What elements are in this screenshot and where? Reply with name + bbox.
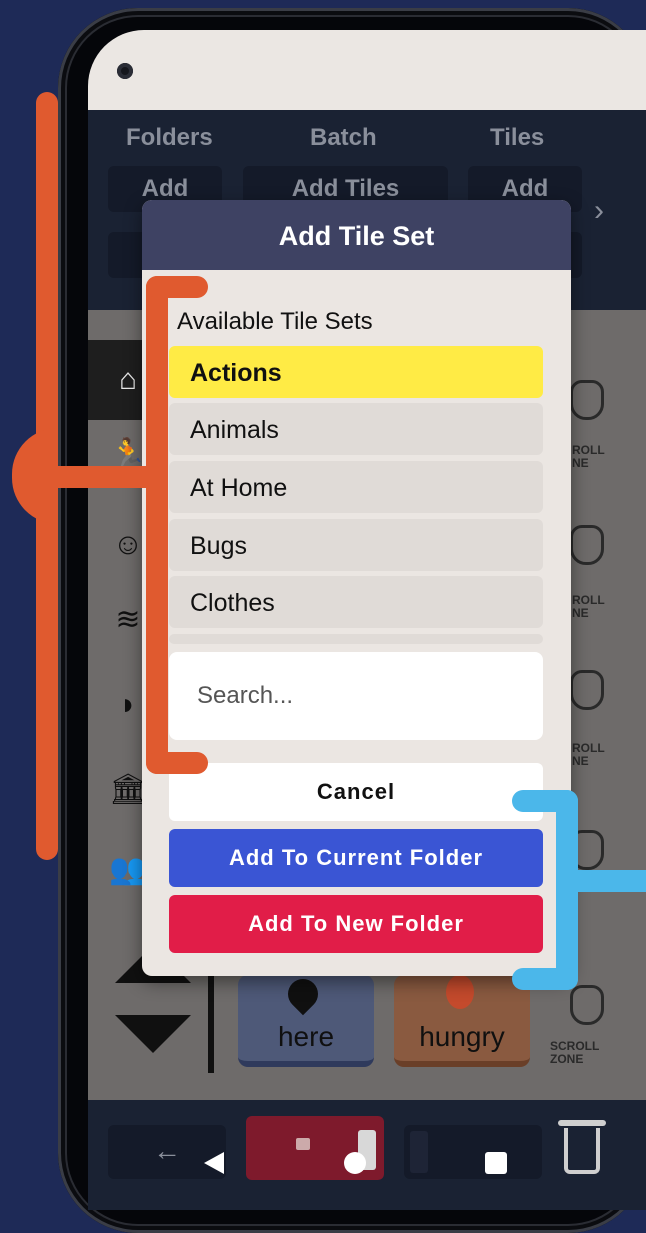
arrow-down-icon[interactable] bbox=[115, 1015, 191, 1053]
annotation-bracket-blue-bottom-arm bbox=[512, 968, 578, 990]
camera-icon bbox=[117, 63, 133, 79]
scroll-zone-label[interactable]: ROLL NE bbox=[572, 444, 605, 470]
divider bbox=[208, 975, 214, 1073]
nav-recents-icon[interactable] bbox=[485, 1152, 507, 1174]
list-heading: Available Tile Sets bbox=[177, 308, 373, 335]
annotation-bracket-blue-connector bbox=[570, 870, 646, 892]
dialog-title: Add Tile Set bbox=[142, 200, 571, 270]
trash-icon[interactable] bbox=[564, 1128, 600, 1174]
tile-hungry[interactable]: hungry bbox=[394, 975, 530, 1067]
scroll-hand-icon bbox=[570, 670, 604, 710]
tile-set-item-at-home[interactable]: At Home bbox=[169, 461, 543, 513]
scroll-hand-icon bbox=[570, 380, 604, 420]
cancel-button[interactable]: Cancel bbox=[169, 763, 543, 821]
scroll-hand-icon bbox=[570, 985, 604, 1025]
bottom-bar: ← bbox=[88, 1100, 646, 1210]
annotation-bracket-top-arm bbox=[146, 276, 208, 298]
add-tile-set-dialog: Add Tile Set Available Tile Sets Actions… bbox=[142, 200, 571, 976]
annotation-bracket-connector bbox=[50, 466, 160, 488]
location-pin-icon bbox=[281, 972, 325, 1016]
scroll-zone-label[interactable]: SCROLL ZONE bbox=[550, 1040, 599, 1066]
add-to-new-folder-button[interactable]: Add To New Folder bbox=[169, 895, 543, 953]
nav-home-icon[interactable] bbox=[344, 1152, 366, 1174]
tile-set-item-animals[interactable]: Animals bbox=[169, 403, 543, 455]
scroll-zone-label[interactable]: ROLL NE bbox=[572, 594, 605, 620]
tile-label: here bbox=[277, 1021, 335, 1052]
tile-here[interactable]: here bbox=[238, 972, 374, 1067]
lock-icon bbox=[296, 1138, 310, 1150]
lock-toggle[interactable] bbox=[246, 1116, 384, 1180]
tile-set-item-clothes[interactable]: Clothes bbox=[169, 576, 543, 628]
folder-sidebar: ⌂ 🏃 ☺ ≋ ◗ 🏛 👥 bbox=[88, 340, 150, 886]
annotation-bracket-bottom-arm bbox=[146, 752, 208, 774]
toggle-knob bbox=[410, 1131, 428, 1173]
scroll-zone-label[interactable]: ROLL NE bbox=[572, 742, 605, 768]
tile-set-item-partial[interactable] bbox=[169, 634, 543, 644]
tile-set-item-actions[interactable]: Actions bbox=[169, 346, 543, 398]
annotation-bracket-blue-top-arm bbox=[512, 790, 578, 812]
unlock-toggle[interactable] bbox=[404, 1125, 542, 1179]
chevron-right-icon[interactable]: › bbox=[594, 194, 604, 228]
add-to-current-folder-button[interactable]: Add To Current Folder bbox=[169, 829, 543, 887]
nav-back-icon[interactable] bbox=[204, 1152, 224, 1174]
tiles-label: Tiles bbox=[490, 124, 545, 151]
search-input[interactable] bbox=[169, 652, 543, 740]
scroll-hand-icon bbox=[570, 525, 604, 565]
batch-label: Batch bbox=[310, 124, 377, 151]
folders-label: Folders bbox=[126, 124, 213, 151]
tile-set-item-bugs[interactable]: Bugs bbox=[169, 519, 543, 571]
trash-lid bbox=[558, 1120, 606, 1126]
tile-label: hungry bbox=[419, 1021, 505, 1052]
annotation-bracket-inner bbox=[146, 276, 168, 774]
hungry-child-icon bbox=[446, 975, 474, 1009]
